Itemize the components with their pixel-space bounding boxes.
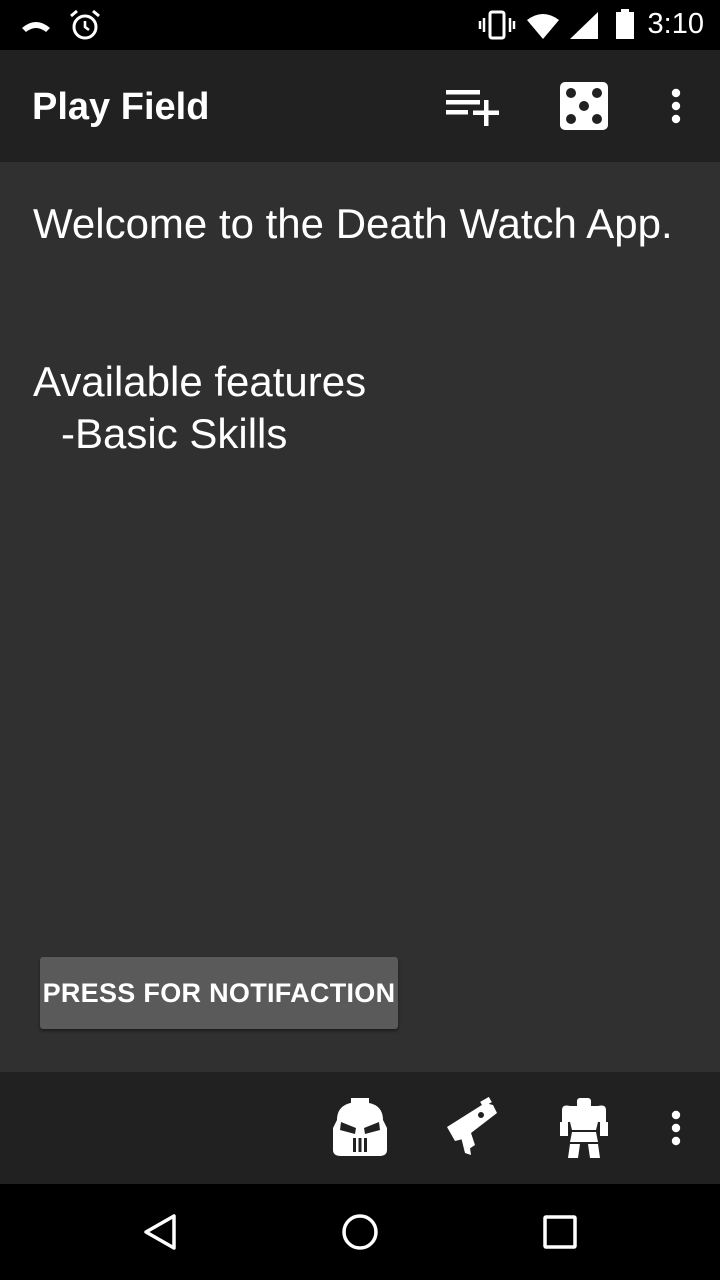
- dice-icon: [560, 82, 608, 130]
- app-bar: Play Field: [0, 50, 720, 162]
- dice-button[interactable]: [554, 78, 614, 134]
- status-time: 3:10: [647, 8, 704, 40]
- welcome-text: Welcome to the Death Watch App.: [33, 200, 673, 247]
- overflow-menu-icon: [671, 1110, 681, 1146]
- features-section: Available features -Basic Skills: [33, 356, 366, 460]
- bottom-action-bar: [0, 1072, 720, 1184]
- add-to-list-button[interactable]: [436, 80, 508, 132]
- recents-button[interactable]: [530, 1202, 590, 1262]
- features-heading: Available features: [33, 358, 367, 405]
- feature-item: -Basic Skills: [61, 410, 288, 457]
- recents-icon: [543, 1215, 577, 1249]
- vibrate-icon: [478, 10, 516, 40]
- page-title: Play Field: [32, 86, 210, 128]
- overflow-menu-button[interactable]: [656, 80, 696, 132]
- helmet-icon: [333, 1098, 387, 1156]
- overflow-menu-icon: [671, 88, 681, 124]
- bolter-button[interactable]: [438, 1094, 506, 1162]
- notification-button[interactable]: PRESS FOR NOTIFACTION: [40, 957, 398, 1029]
- home-icon: [342, 1214, 378, 1250]
- missed-call-icon: [22, 22, 50, 32]
- wifi-icon: [527, 14, 559, 39]
- home-button[interactable]: [330, 1202, 390, 1262]
- alarm-icon: [70, 9, 100, 40]
- playlist-add-icon: [446, 90, 499, 126]
- main-content: Welcome to the Death Watch App. Availabl…: [0, 162, 720, 1072]
- armor-icon: [560, 1098, 608, 1158]
- armor-button[interactable]: [552, 1094, 616, 1162]
- status-bar: 3:10: [0, 0, 720, 50]
- signal-icon: [570, 12, 598, 39]
- helmet-button[interactable]: [326, 1094, 394, 1162]
- bottom-overflow-menu-button[interactable]: [656, 1102, 696, 1154]
- navigation-bar: [0, 1184, 720, 1280]
- back-icon: [144, 1214, 176, 1250]
- bolter-icon: [447, 1097, 497, 1155]
- back-button[interactable]: [130, 1202, 190, 1262]
- battery-icon: [616, 9, 634, 39]
